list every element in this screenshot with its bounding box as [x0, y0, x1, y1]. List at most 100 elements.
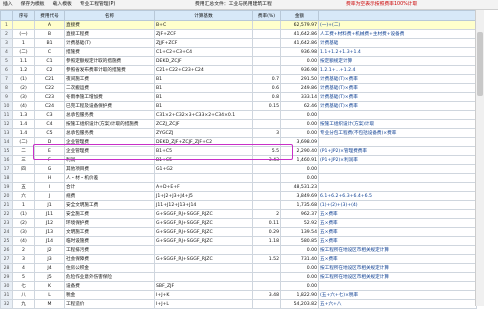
table-row[interactable]: 23 (2) J12 环境保护费 G+SGGF_RJ+SGGF_RJZC 0.11 52.9… — [0, 218, 477, 228]
amount-cell[interactable]: 0.00 — [280, 245, 319, 255]
remark-cell[interactable]: (P1+JP2)×管理费费率 — [318, 146, 477, 156]
seq-cell[interactable]: 1.3 — [12, 110, 35, 120]
name-cell[interactable]: 企业管理费 — [64, 137, 155, 147]
amount-cell[interactable]: 3,849.69 — [280, 191, 319, 201]
table-row[interactable]: 9 (3) C23 冬雨季施工增加费 B1 0.8 333.14 计费基础(T)×费率 — [0, 92, 477, 102]
vertical-scrollbar[interactable] — [475, 10, 484, 306]
base-cell[interactable]: G+SGGF_RJ+SGGF_RJZC — [154, 218, 253, 228]
base-cell[interactable]: C1+C2+C3+C4 — [154, 47, 253, 57]
code-cell[interactable]: J — [34, 191, 65, 201]
name-cell[interactable]: 其他项目费 — [64, 164, 155, 174]
remark-cell[interactable]: 按定额规定计算 — [318, 56, 477, 66]
rate-cell[interactable] — [252, 245, 281, 255]
table-row[interactable]: 31 八 L 税金 I+J+K 3.48 1,822.90 (五+六+七)×税率 — [0, 290, 477, 300]
project-manage-button[interactable]: 专业工程管理(P) — [80, 1, 115, 8]
code-cell[interactable]: A — [34, 20, 65, 30]
seq-cell[interactable]: 九 — [12, 299, 35, 309]
rate-cell[interactable] — [252, 182, 281, 192]
seq-cell[interactable]: (1) — [12, 209, 35, 219]
amount-cell[interactable]: 0.00 — [280, 281, 319, 291]
row-number[interactable]: 28 — [0, 263, 13, 273]
amount-cell[interactable]: 291.50 — [280, 74, 319, 84]
rate-cell[interactable]: 3.43 — [252, 155, 281, 165]
code-cell[interactable]: C4 — [34, 119, 65, 129]
column-header-seq[interactable]: 序号 — [12, 10, 35, 21]
base-cell[interactable]: I+J+L — [154, 299, 253, 309]
row-number[interactable]: 10 — [0, 101, 13, 111]
code-cell[interactable]: F — [34, 155, 65, 165]
name-cell[interactable]: 合计 — [64, 182, 155, 192]
name-cell[interactable]: 夜间施工费 — [64, 74, 155, 84]
row-number[interactable]: 21 — [0, 200, 13, 210]
seq-cell[interactable]: (3) — [12, 227, 35, 237]
seq-cell[interactable]: (3) — [12, 92, 35, 102]
table-row[interactable]: 15 二 E 企业管理费 B1+C5 5.5 2,290.40 (P1+JP2)×管理费费率 — [0, 146, 477, 156]
code-cell[interactable]: C1 — [34, 56, 65, 66]
name-cell[interactable]: 工程造价 — [64, 299, 155, 309]
remark-cell[interactable]: 五×费率 — [318, 254, 477, 264]
name-cell[interactable]: 二次搬运费 — [64, 83, 155, 93]
rate-cell[interactable] — [252, 56, 281, 66]
amount-cell[interactable]: 0.00 — [280, 56, 319, 66]
amount-cell[interactable]: 580.85 — [280, 236, 319, 246]
name-cell[interactable]: 总承包服务费 — [64, 128, 155, 138]
seq-cell[interactable]: 4 — [12, 263, 35, 273]
rate-cell[interactable] — [252, 119, 281, 129]
remark-cell[interactable]: 按工程所在地设区市相关规定计算 — [318, 272, 477, 282]
remark-cell[interactable] — [318, 182, 477, 192]
code-cell[interactable]: J12 — [34, 218, 65, 228]
row-number[interactable]: 16 — [0, 155, 13, 165]
base-cell[interactable]: SBF_ZJF — [154, 281, 253, 291]
seq-cell[interactable]: 1.1 — [12, 56, 35, 66]
name-cell[interactable]: 企业管理费 — [64, 146, 155, 156]
base-cell[interactable] — [154, 263, 253, 273]
scrollbar-thumb[interactable] — [477, 32, 483, 96]
name-cell[interactable]: 环境保护费 — [64, 218, 155, 228]
name-cell[interactable]: 社会保障费 — [64, 254, 155, 264]
remark-cell[interactable]: 计费基础 — [318, 38, 477, 48]
base-cell[interactable]: B1+C5 — [154, 155, 253, 165]
amount-cell[interactable]: 936.98 — [280, 47, 319, 57]
base-cell[interactable]: I+J+K — [154, 290, 253, 300]
amount-cell[interactable]: 139.54 — [280, 227, 319, 237]
remark-cell[interactable]: 计费基础(T)×费率 — [318, 92, 477, 102]
rate-cell[interactable] — [252, 110, 281, 120]
amount-cell[interactable]: 0.00 — [280, 128, 319, 138]
amount-cell[interactable]: 41,642.86 — [280, 38, 319, 48]
seq-cell[interactable]: 七 — [12, 281, 35, 291]
column-header-name[interactable]: 名称 — [64, 10, 155, 21]
code-cell[interactable]: C22 — [34, 83, 65, 93]
table-row[interactable]: 1 A 直接费 B+C 62,579.97 (一)+(二) — [0, 20, 477, 30]
base-cell[interactable]: B1 — [154, 74, 253, 84]
row-number[interactable]: 4 — [0, 47, 13, 57]
amount-cell[interactable]: 52.92 — [280, 218, 319, 228]
rate-cell[interactable]: 5.5 — [252, 146, 281, 156]
amount-cell[interactable]: 48,531.23 — [280, 182, 319, 192]
seq-cell[interactable]: (二) — [12, 137, 35, 147]
name-cell[interactable]: 冬雨季施工增加费 — [64, 92, 155, 102]
seq-cell[interactable]: 五 — [12, 182, 35, 192]
name-cell[interactable]: 规费 — [64, 191, 155, 201]
column-header-base[interactable]: 计算基数 — [154, 10, 253, 21]
rate-cell[interactable] — [252, 164, 281, 174]
row-number[interactable]: 20 — [0, 191, 13, 201]
rate-cell[interactable] — [252, 29, 281, 39]
code-cell[interactable]: I — [34, 182, 65, 192]
base-cell[interactable]: G+SGGF_RJ+SGGF_RJZC — [154, 254, 253, 264]
table-row[interactable]: 6 1.2 C2 参照省发布费率计取的措施费 C21+C22+C23+C24 936.98… — [0, 65, 477, 75]
row-number[interactable]: 9 — [0, 92, 13, 102]
name-cell[interactable]: 计费基础(T) — [64, 38, 155, 48]
seq-cell[interactable]: (一) — [12, 29, 35, 39]
row-number[interactable]: 18 — [0, 173, 13, 183]
seq-cell[interactable]: 1.4 — [12, 119, 35, 129]
name-cell[interactable]: 总承包服务费 — [64, 110, 155, 120]
remark-cell[interactable]: 五×费率 — [318, 227, 477, 237]
remark-cell[interactable] — [318, 281, 477, 291]
base-cell[interactable]: A+D+E+F — [154, 182, 253, 192]
base-cell[interactable]: G+SGGF_RJ+SGGF_RJZC — [154, 209, 253, 219]
row-number[interactable]: 7 — [0, 74, 13, 84]
rate-cell[interactable]: 0.29 — [252, 227, 281, 237]
base-cell[interactable]: ZCZJ_ZCJF — [154, 119, 253, 129]
table-row[interactable]: 20 六 J 规费 J1+J2+J3+J4+J5 3,849.69 6.1+6.2+6.3+… — [0, 191, 477, 201]
seq-cell[interactable]: 3 — [12, 254, 35, 264]
